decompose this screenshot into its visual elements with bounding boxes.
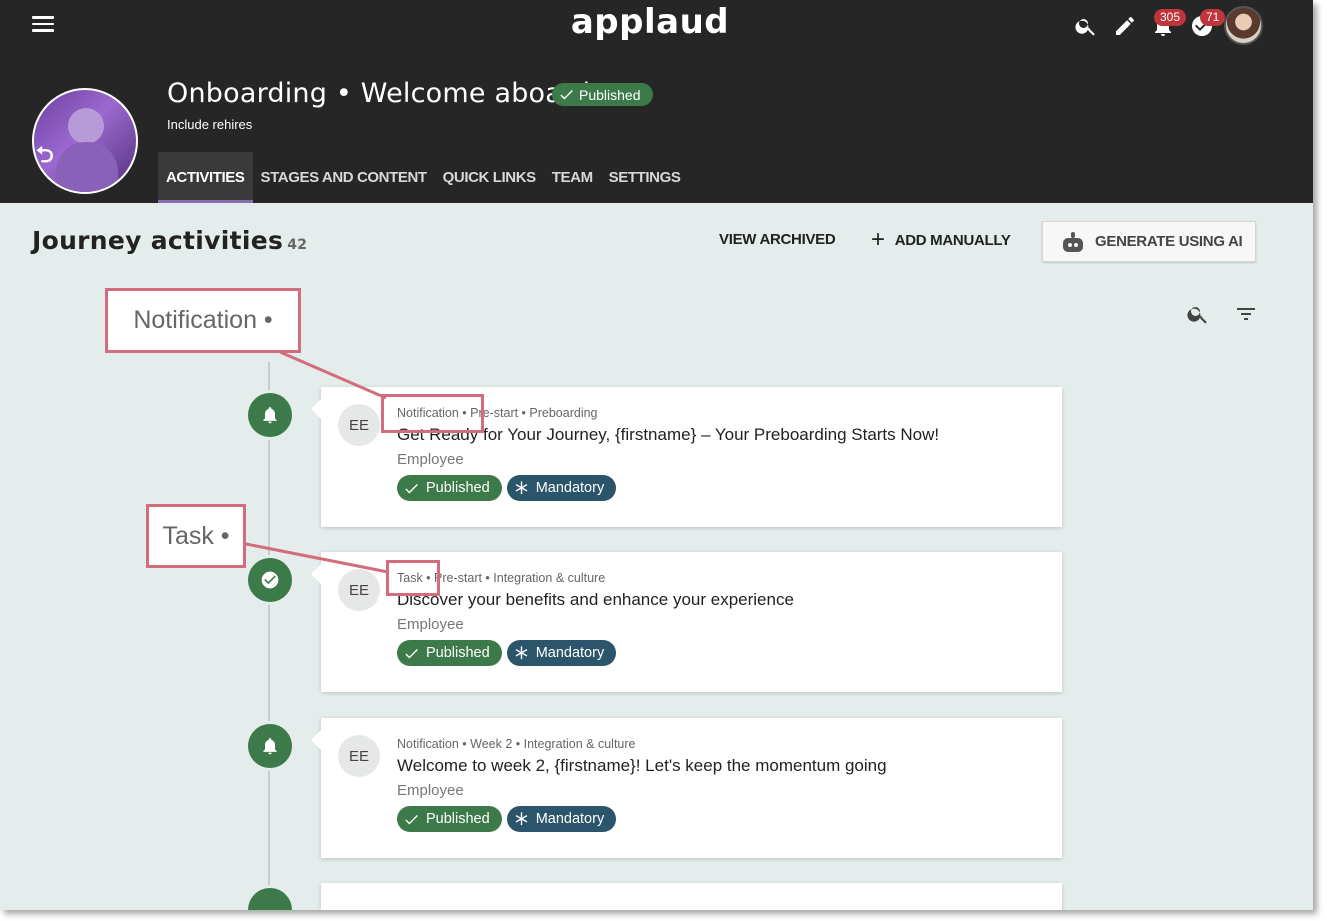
activity-card-partial[interactable] — [321, 883, 1062, 910]
robot-icon — [1061, 231, 1085, 252]
mandatory-tag: Mandatory — [506, 640, 617, 666]
notification-callout: Notification • — [105, 288, 301, 353]
generate-using-ai-button[interactable]: GENERATE USING AI — [1042, 221, 1256, 262]
asterisk-icon — [515, 811, 528, 825]
task-callout: Task • — [146, 504, 246, 568]
audience-avatar: EE — [338, 569, 380, 611]
notification-highlight — [381, 394, 484, 433]
published-tag-label: Published — [426, 811, 490, 827]
notifications-count-badge: 305 — [1154, 9, 1187, 26]
bell-icon — [248, 724, 292, 768]
activity-audience: Employee — [397, 451, 464, 468]
notifications-bell-icon[interactable]: 305 — [1151, 9, 1187, 40]
tab-quick-links[interactable]: QUICK LINKS — [435, 152, 544, 203]
tasks-count-badge: 71 — [1200, 9, 1226, 26]
tab-activities[interactable]: ACTIVITIES — [158, 152, 253, 203]
journey-status-badge: Published — [552, 83, 653, 106]
tasks-check-icon[interactable]: 71 — [1190, 9, 1226, 40]
section-title: Journey activities 42 — [32, 226, 307, 255]
generate-using-ai-label: GENERATE USING AI — [1095, 233, 1243, 250]
activity-audience: Employee — [397, 782, 464, 799]
hamburger-menu-icon[interactable] — [32, 16, 54, 34]
check-icon — [560, 89, 573, 100]
timeline-node — [248, 888, 292, 910]
audience-avatar: EE — [338, 735, 380, 777]
published-tag-label: Published — [426, 645, 490, 661]
pencil-icon[interactable] — [1113, 14, 1139, 40]
task-highlight — [386, 560, 440, 596]
journey-tabs: ACTIVITIES STAGES AND CONTENT QUICK LINK… — [158, 152, 688, 203]
audience-avatar: EE — [338, 404, 380, 446]
mandatory-tag-label: Mandatory — [535, 480, 605, 496]
check-icon — [405, 648, 418, 658]
check-icon — [405, 814, 418, 824]
app-logo[interactable]: applaud — [560, 2, 740, 42]
asterisk-icon — [515, 645, 528, 659]
mandatory-tag-label: Mandatory — [535, 645, 605, 661]
activity-title: Welcome to week 2, {firstname}! Let's ke… — [397, 756, 887, 775]
search-activities-icon[interactable] — [1186, 302, 1210, 326]
add-manually-label: ADD MANUALLY — [894, 231, 1011, 249]
rehire-arrow-icon: ⮌ — [36, 142, 54, 167]
mandatory-tag: Mandatory — [506, 806, 617, 832]
search-icon[interactable] — [1074, 14, 1100, 40]
app-window: applaud 305 71 ⮌ Onboarding • Welcome ab… — [0, 0, 1313, 910]
check-circle-icon — [248, 558, 292, 602]
timeline-line — [268, 362, 270, 910]
activity-count: 42 — [287, 237, 308, 253]
published-tag: Published — [397, 475, 502, 501]
add-manually-button[interactable]: + ADD MANUALLY — [871, 226, 1011, 253]
published-tag: Published — [397, 806, 502, 832]
user-avatar[interactable] — [1224, 6, 1263, 45]
journey-image: ⮌ — [32, 88, 138, 194]
filter-icon[interactable] — [1234, 302, 1258, 326]
top-toolbar: 305 71 — [1070, 6, 1270, 48]
mandatory-tag-label: Mandatory — [535, 811, 605, 827]
journey-subtitle: Include rehires — [167, 117, 253, 132]
activity-tags: Published Mandatory — [397, 806, 617, 832]
activity-meta: Notification • Week 2 • Integration & cu… — [397, 737, 636, 751]
activity-card[interactable]: EE Notification • Week 2 • Integration &… — [311, 718, 1062, 858]
mandatory-tag: Mandatory — [506, 475, 617, 501]
journey-status-label: Published — [579, 86, 641, 103]
plus-icon: + — [871, 226, 885, 253]
activity-audience: Employee — [397, 616, 464, 633]
activity-tags: Published Mandatory — [397, 640, 617, 666]
published-tag: Published — [397, 640, 502, 666]
tab-stages-and-content[interactable]: STAGES AND CONTENT — [253, 152, 435, 203]
view-archived-button[interactable]: VIEW ARCHIVED — [719, 231, 836, 248]
tab-settings[interactable]: SETTINGS — [601, 152, 689, 203]
tab-team[interactable]: TEAM — [544, 152, 601, 203]
bell-icon — [248, 393, 292, 437]
section-title-text: Journey activities — [32, 226, 284, 255]
header: applaud 305 71 ⮌ Onboarding • Welcome ab… — [0, 0, 1313, 203]
activity-title: Discover your benefits and enhance your … — [397, 590, 794, 609]
journey-title: Onboarding • Welcome aboard — [167, 78, 591, 109]
activity-tags: Published Mandatory — [397, 475, 617, 501]
asterisk-icon — [515, 480, 528, 494]
published-tag-label: Published — [426, 480, 490, 496]
check-icon — [405, 483, 418, 493]
